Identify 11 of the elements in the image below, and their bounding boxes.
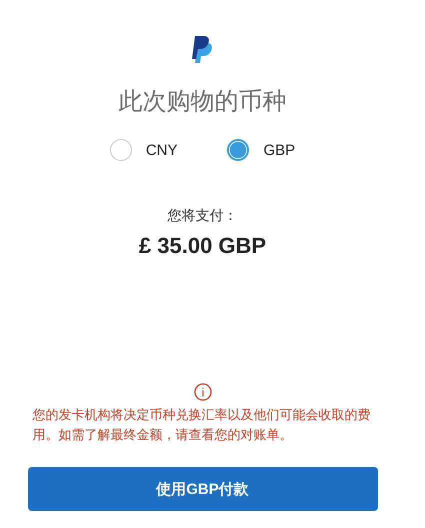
currency-label[interactable]: CNY <box>146 142 178 158</box>
page-title: 此次购物的币种 <box>118 87 286 117</box>
payment-amount: £ 35.00 GBP <box>138 233 266 259</box>
radio-button[interactable] <box>227 139 250 161</box>
radio-button[interactable] <box>110 139 132 161</box>
paypal-logo-icon <box>192 35 214 65</box>
info-icon: i <box>194 383 212 401</box>
pay-button[interactable]: 使用GBP付款 <box>28 467 378 511</box>
currency-label[interactable]: GBP <box>263 142 296 158</box>
notice-text: 您的发卡机构将决定币种兑换汇率以及他们可能会收取的费用。如需了解最终金额，请查看您的对账单。 <box>32 406 372 444</box>
payment-label: 您将支付： <box>168 207 238 225</box>
